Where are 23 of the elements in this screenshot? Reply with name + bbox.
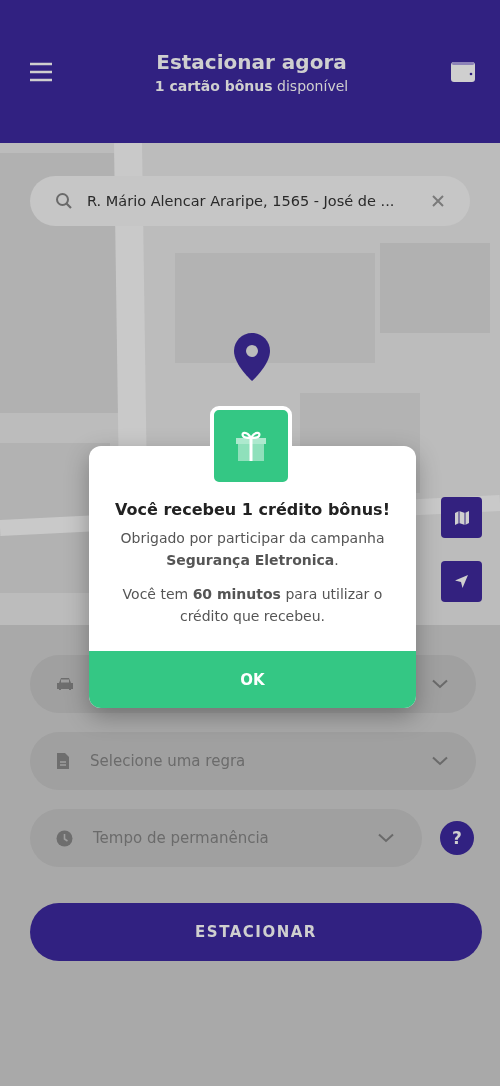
navigation-arrow-icon [454,574,469,589]
document-icon [56,752,70,770]
search-icon [55,192,73,210]
wallet-icon[interactable] [450,60,476,83]
dialog-title: Você recebeu 1 crédito bônus! [114,500,391,519]
chevron-down-icon [432,756,448,766]
locate-button[interactable] [441,561,482,602]
car-icon [56,677,74,691]
chevron-down-icon [432,679,448,689]
map-view-button[interactable] [441,497,482,538]
search-field[interactable]: R. Mário Alencar Araripe, 1565 - José de ... [30,176,470,226]
park-button[interactable]: ESTACIONAR [30,903,482,961]
close-icon[interactable] [432,195,444,207]
bonus-subtitle: 1 cartão bônus disponível [154,77,349,94]
menu-icon[interactable] [29,61,53,82]
gift-icon [234,429,268,463]
clock-icon [56,829,73,847]
dialog-message: Obrigado por participar da campanha Segurança Eletronica. [119,529,386,570]
help-button[interactable]: ? [440,821,474,855]
screen-title: Estacionar agora [155,49,348,74]
dialog-message: Você tem 60 minutos para utilizar o crédito que recebeu. [121,585,384,626]
chevron-down-icon [378,833,394,843]
map-icon [453,509,470,526]
